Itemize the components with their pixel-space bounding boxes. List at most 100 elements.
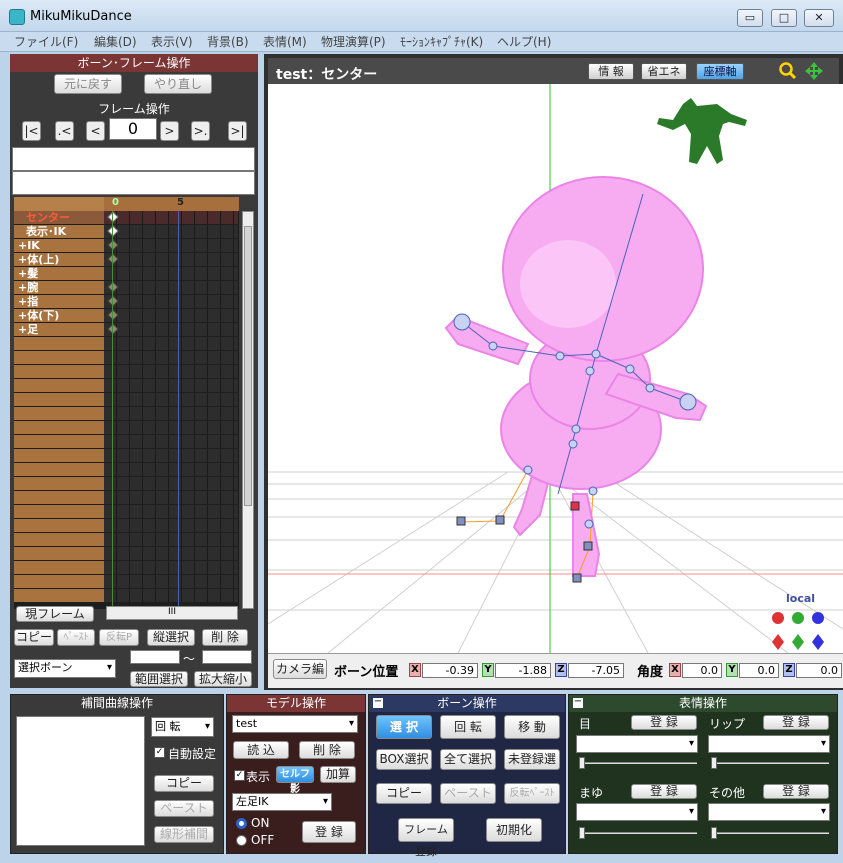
eco-button[interactable]: 省エネ	[641, 63, 687, 80]
paste-frame-button[interactable]: ﾍﾟｰｽﾄ	[57, 629, 95, 646]
delete-frame-button[interactable]: 削 除	[202, 629, 248, 646]
timeline-row-label[interactable]: +髪	[18, 267, 110, 281]
timeline-row-label-bg[interactable]	[14, 435, 104, 448]
add-blend-button[interactable]: 加算	[320, 766, 356, 783]
timeline-row-cells[interactable]	[104, 547, 239, 560]
brow-slider[interactable]	[579, 827, 697, 839]
select-all-button[interactable]: 全て選択	[440, 749, 496, 770]
timeline-row-cells[interactable]	[104, 393, 239, 406]
timeline[interactable]: 0 5 センター 表示･IK +IK +体(上) +髪 +腕 +指 +体(下) +足	[14, 197, 239, 609]
unregistered-select-button[interactable]: 未登録選	[504, 749, 560, 770]
timeline-row-label-bg[interactable]	[14, 337, 104, 350]
camera-edit-button[interactable]: カメラ編	[273, 659, 327, 679]
lip-slider-thumb[interactable]	[711, 757, 717, 769]
timeline-row-cells[interactable]	[104, 239, 239, 252]
timeline-row-cells[interactable]	[104, 337, 239, 350]
timeline-row-label-bg[interactable]	[14, 547, 104, 560]
ik-dropdown[interactable]: 左足IK	[232, 793, 332, 811]
self-shadow-button[interactable]: セルフ影	[276, 766, 314, 795]
timeline-hscroll[interactable]: III	[106, 606, 238, 620]
maximize-button[interactable]: □	[771, 9, 797, 27]
bone-collapse-icon[interactable]: −	[373, 697, 383, 708]
timeline-row-cells[interactable]	[104, 519, 239, 532]
timeline-row-label[interactable]: +体(上)	[18, 253, 110, 267]
menu-edit[interactable]: 編集(D)	[94, 33, 137, 50]
copy-frame-button[interactable]: コピー	[14, 629, 54, 646]
timeline-row-label-bg[interactable]	[14, 519, 104, 532]
delete-model-button[interactable]: 削 除	[299, 741, 355, 759]
timeline-row-cells[interactable]	[104, 421, 239, 434]
timeline-row-cells[interactable]	[104, 449, 239, 462]
range-select-button[interactable]: 範囲選択	[130, 671, 188, 687]
current-frame-button[interactable]: 現フレーム	[16, 606, 94, 622]
timeline-row-cells[interactable]	[104, 281, 239, 294]
timeline-row-label[interactable]: 表示･IK	[18, 225, 110, 239]
timeline-row-cells[interactable]	[104, 253, 239, 266]
next-key-button[interactable]: >.	[191, 121, 210, 141]
menu-help[interactable]: ヘルプ(H)	[497, 33, 551, 50]
timeline-row-cells[interactable]	[104, 463, 239, 476]
menu-background[interactable]: 背景(B)	[207, 33, 249, 50]
timeline-row-label-bg[interactable]	[14, 561, 104, 574]
timeline-row-label-bg[interactable]	[14, 533, 104, 546]
timeline-row-cells[interactable]	[104, 211, 239, 224]
eye-slider[interactable]	[579, 757, 697, 769]
move-view-icon[interactable]	[805, 62, 823, 80]
pos-y-input[interactable]: -1.88	[495, 663, 551, 678]
menu-file[interactable]: ファイル(F)	[14, 33, 78, 50]
timeline-row-cells[interactable]	[104, 295, 239, 308]
ang-z-input[interactable]: 0.0	[796, 663, 842, 678]
timeline-row-cells[interactable]	[104, 225, 239, 238]
ik-off-radio[interactable]	[236, 835, 247, 846]
initialize-button[interactable]: 初期化	[486, 818, 542, 842]
ik-on-radio[interactable]	[236, 818, 247, 829]
timeline-row-label[interactable]: +体(下)	[18, 309, 110, 323]
lip-slider[interactable]	[711, 757, 829, 769]
reverse-paste-button[interactable]: 反転P	[99, 629, 139, 646]
timeline-row-label-bg[interactable]	[14, 365, 104, 378]
timeline-row-cells[interactable]	[104, 505, 239, 518]
timeline-row-cells[interactable]	[104, 267, 239, 280]
rotation-gizmo-icons[interactable]	[770, 610, 830, 650]
vertical-select-button[interactable]: 縦選択	[147, 629, 195, 646]
ang-y-input[interactable]: 0.0	[739, 663, 779, 678]
timeline-row-label-bg[interactable]	[14, 491, 104, 504]
timeline-row-cells[interactable]	[104, 589, 239, 602]
next-frame-button[interactable]: >	[160, 121, 179, 141]
timeline-vscroll-thumb[interactable]	[244, 226, 252, 506]
frame-register-button[interactable]: フレーム登録	[398, 818, 454, 858]
pos-z-input[interactable]: -7.05	[568, 663, 624, 678]
timeline-row-cells[interactable]	[104, 561, 239, 574]
timeline-row-label[interactable]: センター	[18, 211, 110, 225]
undo-button[interactable]: 元に戻す	[54, 74, 122, 94]
lip-dropdown[interactable]	[708, 735, 830, 753]
timeline-row-cells[interactable]	[104, 309, 239, 322]
eye-slider-thumb[interactable]	[579, 757, 585, 769]
rotate-mode-button[interactable]: 回 転	[440, 715, 496, 739]
3d-viewport[interactable]: local	[268, 84, 843, 653]
linear-interp-button[interactable]: 線形補間	[154, 826, 214, 843]
box-select-button[interactable]: BOX選択	[376, 749, 432, 770]
timeline-row-label-bg[interactable]	[14, 351, 104, 364]
bone-select-dropdown[interactable]: 選択ボーン	[14, 659, 116, 678]
timeline-row-label-bg[interactable]	[14, 393, 104, 406]
menu-view[interactable]: 表示(V)	[151, 33, 193, 50]
eye-register-button[interactable]: 登 録	[631, 715, 697, 730]
eye-dropdown[interactable]	[576, 735, 698, 753]
pos-x-input[interactable]: -0.39	[422, 663, 478, 678]
timeline-row-label-bg[interactable]	[14, 379, 104, 392]
timeline-row-label[interactable]: +腕	[18, 281, 110, 295]
bone-reverse-paste-button[interactable]: 反転ﾍﾟｰｽﾄ	[504, 783, 560, 804]
timeline-row-cells[interactable]	[104, 533, 239, 546]
display-checkbox[interactable]: ✓	[234, 770, 245, 781]
timeline-row-label[interactable]: +足	[18, 323, 110, 337]
info-button[interactable]: 情 報	[588, 63, 634, 80]
menu-facial[interactable]: 表情(M)	[263, 33, 307, 50]
other-slider[interactable]	[711, 827, 829, 839]
menu-motion-capture[interactable]: ﾓｰｼｮﾝｷｬﾌﾟﾁｬ(K)	[400, 33, 483, 50]
timeline-row-label[interactable]: +指	[18, 295, 110, 309]
timeline-row-cells[interactable]	[104, 435, 239, 448]
timeline-row-label-bg[interactable]	[14, 505, 104, 518]
menu-physics[interactable]: 物理演算(P)	[321, 33, 386, 50]
interp-curve-box[interactable]	[16, 716, 145, 846]
